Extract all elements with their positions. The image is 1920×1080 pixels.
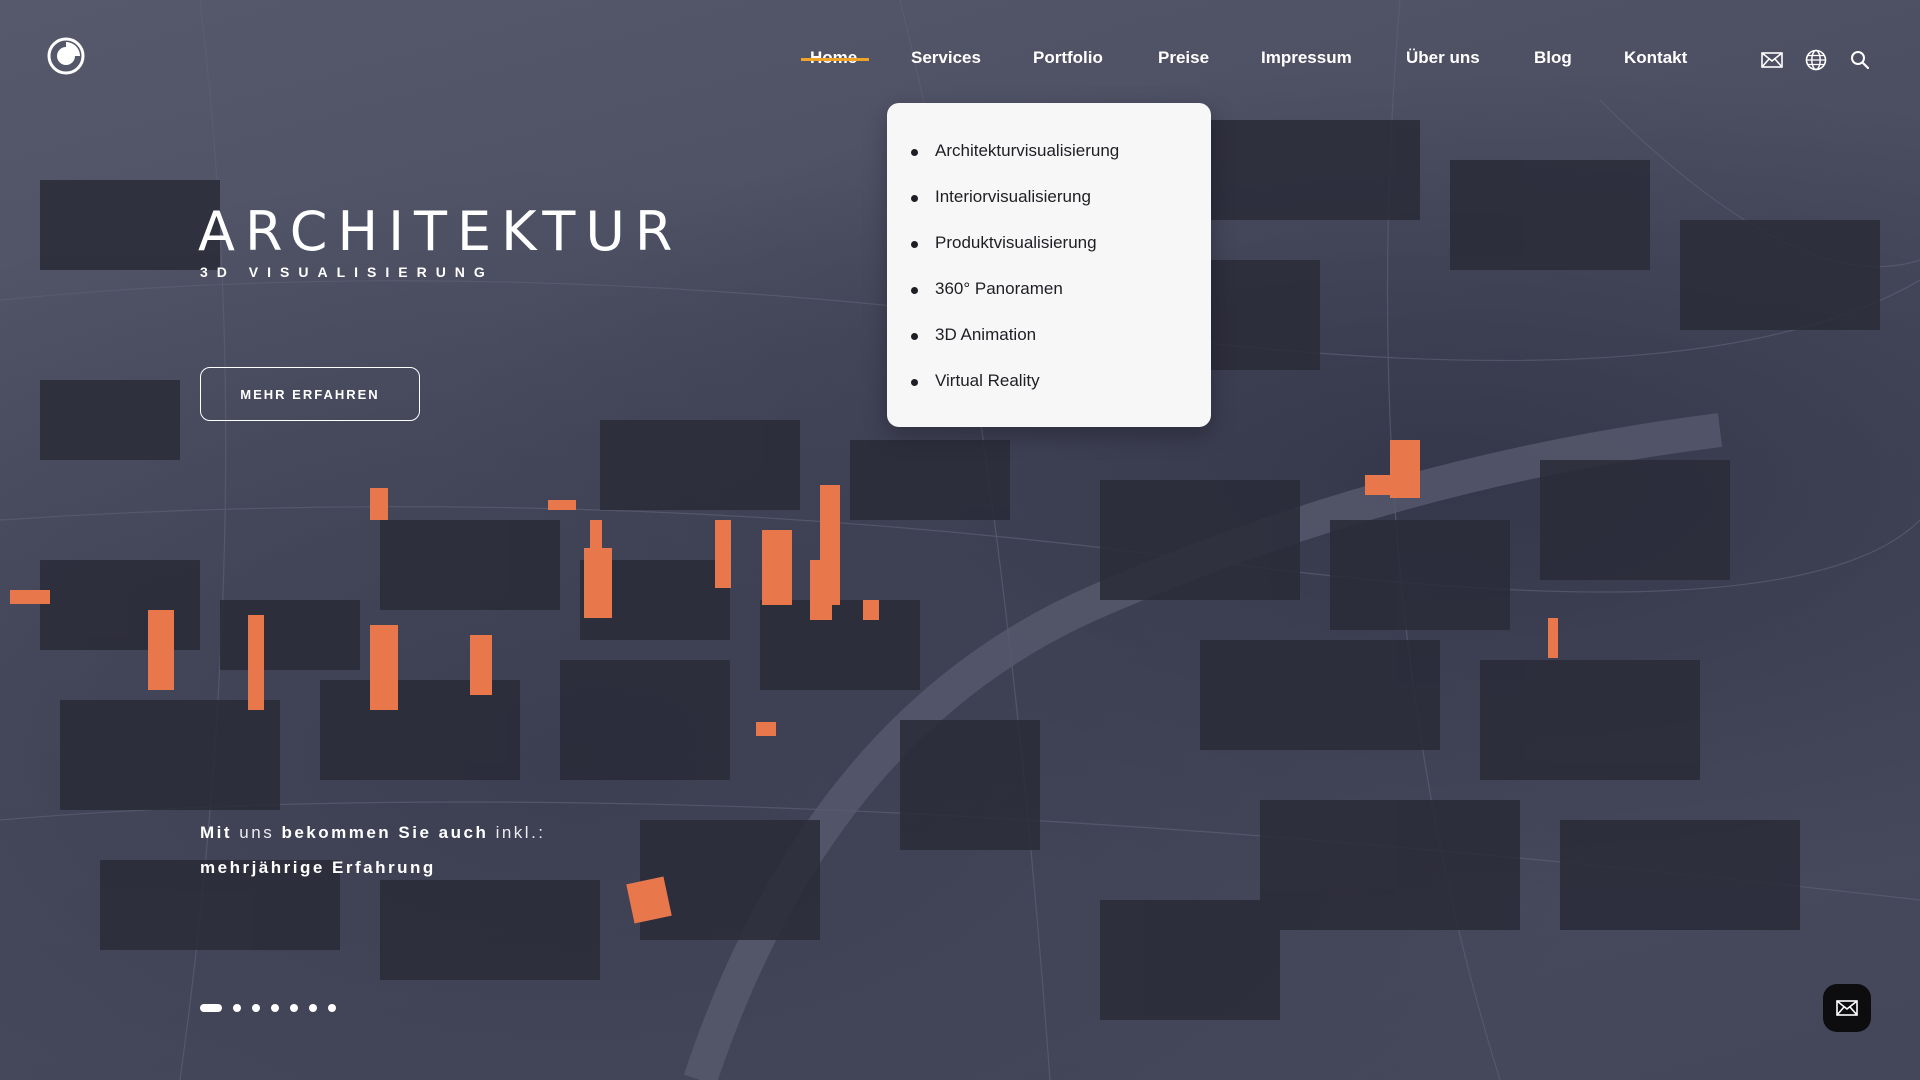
nav-services[interactable]: Services bbox=[911, 48, 981, 68]
floating-mail-button[interactable] bbox=[1823, 984, 1871, 1032]
hero-tagline: Mit uns bekommen Sie auch inkl.: mehrjäh… bbox=[200, 815, 546, 885]
tagline-word-inkl: inkl.: bbox=[495, 823, 546, 842]
slider-dot-6[interactable] bbox=[309, 1004, 317, 1012]
search-icon[interactable] bbox=[1848, 48, 1872, 72]
mail-icon[interactable] bbox=[1760, 48, 1784, 72]
dropdown-item-architekturvisualisierung[interactable]: Architekturvisualisierung bbox=[910, 141, 1119, 165]
nav-preise[interactable]: Preise bbox=[1158, 48, 1209, 68]
tagline-word-uns: uns bbox=[239, 823, 275, 842]
slider-dot-3[interactable] bbox=[252, 1004, 260, 1012]
nav-portfolio[interactable]: Portfolio bbox=[1033, 48, 1103, 68]
slider-dot-5[interactable] bbox=[290, 1004, 298, 1012]
tagline-word-mit: Mit bbox=[200, 823, 233, 842]
tagline-line-2: mehrjährige Erfahrung bbox=[200, 858, 436, 877]
dropdown-item-3d-animation[interactable]: 3D Animation bbox=[910, 325, 1036, 349]
slider-dot-1[interactable] bbox=[200, 1004, 222, 1012]
tagline-bold-phrase: bekommen Sie auch bbox=[281, 823, 489, 842]
nav-kontakt[interactable]: Kontakt bbox=[1624, 48, 1687, 68]
dropdown-item-produktvisualisierung[interactable]: Produktvisualisierung bbox=[911, 233, 1097, 257]
dropdown-item-360-panoramen[interactable]: 360° Panoramen bbox=[911, 279, 1063, 303]
slider-dot-7[interactable] bbox=[328, 1004, 336, 1012]
slider-dot-2[interactable] bbox=[233, 1004, 241, 1012]
nav-ueber-uns[interactable]: Über uns bbox=[1406, 48, 1480, 68]
nav-impressum[interactable]: Impressum bbox=[1261, 48, 1352, 68]
dropdown-item-interiorvisualisierung[interactable]: Interiorvisualisierung bbox=[911, 187, 1091, 211]
mehr-erfahren-button[interactable]: MEHR ERFAHREN bbox=[200, 367, 420, 421]
hero-title: ARCHITEKTUR bbox=[198, 200, 683, 263]
services-dropdown: Architekturvisualisierung Interiorvisual… bbox=[887, 103, 1211, 427]
nav-home[interactable]: Home bbox=[800, 48, 870, 68]
slider-dot-4[interactable] bbox=[271, 1004, 279, 1012]
dropdown-item-virtual-reality[interactable]: Virtual Reality bbox=[911, 371, 1040, 395]
logo-icon[interactable] bbox=[46, 36, 86, 76]
globe-icon[interactable] bbox=[1804, 48, 1828, 72]
nav-blog[interactable]: Blog bbox=[1534, 48, 1572, 68]
hero-subtitle: 3D VISUALISIERUNG bbox=[200, 264, 494, 280]
mail-icon bbox=[1836, 1000, 1858, 1016]
